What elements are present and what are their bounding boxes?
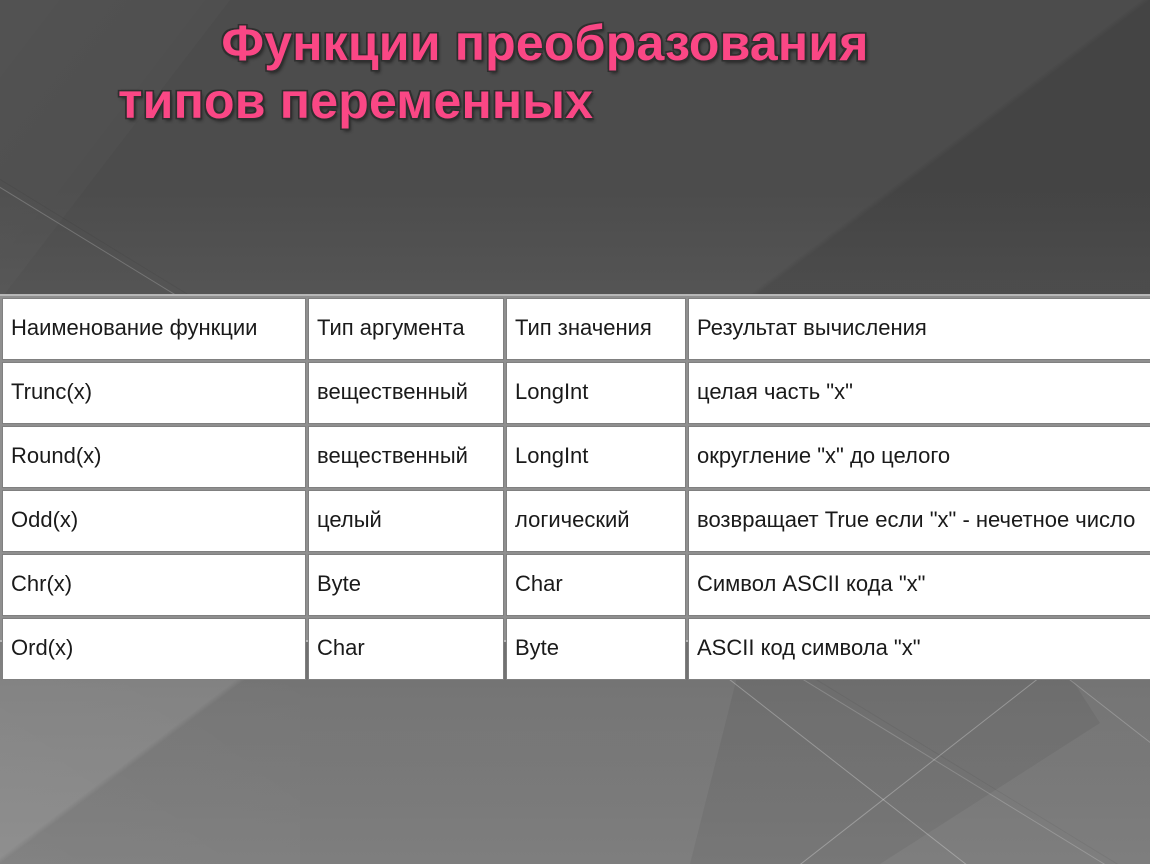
table-row: Ord(x) Char Byte ASCII код символа "x" [2, 618, 1150, 680]
cell-argument-type: вещественный [308, 426, 504, 488]
table-row: Odd(x) целый логический возвращает True … [2, 490, 1150, 552]
column-header-function-name: Наименование функции [2, 298, 306, 360]
presentation-slide: Функции преобразования типов переменных … [0, 0, 1150, 864]
column-header-value-type: Тип значения [506, 298, 686, 360]
table-header-row: Наименование функции Тип аргумента Тип з… [2, 298, 1150, 360]
cell-argument-type: Char [308, 618, 504, 680]
cell-result: возвращает True если "x" - нечетное числ… [688, 490, 1150, 552]
cell-function-name: Trunc(x) [2, 362, 306, 424]
cell-function-name: Ord(x) [2, 618, 306, 680]
cell-function-name: Chr(x) [2, 554, 306, 616]
table-row: Chr(x) Byte Char Символ ASCII кода "x" [2, 554, 1150, 616]
cell-value-type: LongInt [506, 426, 686, 488]
cell-argument-type: целый [308, 490, 504, 552]
cell-result: целая часть "x" [688, 362, 1150, 424]
slide-title-line-2: типов переменных [118, 73, 594, 129]
table-row: Round(x) вещественный LongInt округление… [2, 426, 1150, 488]
column-header-argument-type: Тип аргумента [308, 298, 504, 360]
slide-title: Функции преобразования типов переменных [40, 14, 1050, 130]
functions-table-container: Наименование функции Тип аргумента Тип з… [0, 294, 1150, 680]
cell-value-type: LongInt [506, 362, 686, 424]
table-row: Trunc(x) вещественный LongInt целая част… [2, 362, 1150, 424]
functions-table: Наименование функции Тип аргумента Тип з… [0, 296, 1150, 682]
cell-function-name: Odd(x) [2, 490, 306, 552]
cell-argument-type: Byte [308, 554, 504, 616]
cell-argument-type: вещественный [308, 362, 504, 424]
cell-value-type: Byte [506, 618, 686, 680]
cell-value-type: логический [506, 490, 686, 552]
cell-result: округление "x" до целого [688, 426, 1150, 488]
cell-function-name: Round(x) [2, 426, 306, 488]
column-header-result: Результат вычисления [688, 298, 1150, 360]
cell-value-type: Char [506, 554, 686, 616]
slide-title-line-1: Функции преобразования [221, 15, 869, 71]
cell-result: ASCII код символа "x" [688, 618, 1150, 680]
cell-result: Символ ASCII кода "x" [688, 554, 1150, 616]
